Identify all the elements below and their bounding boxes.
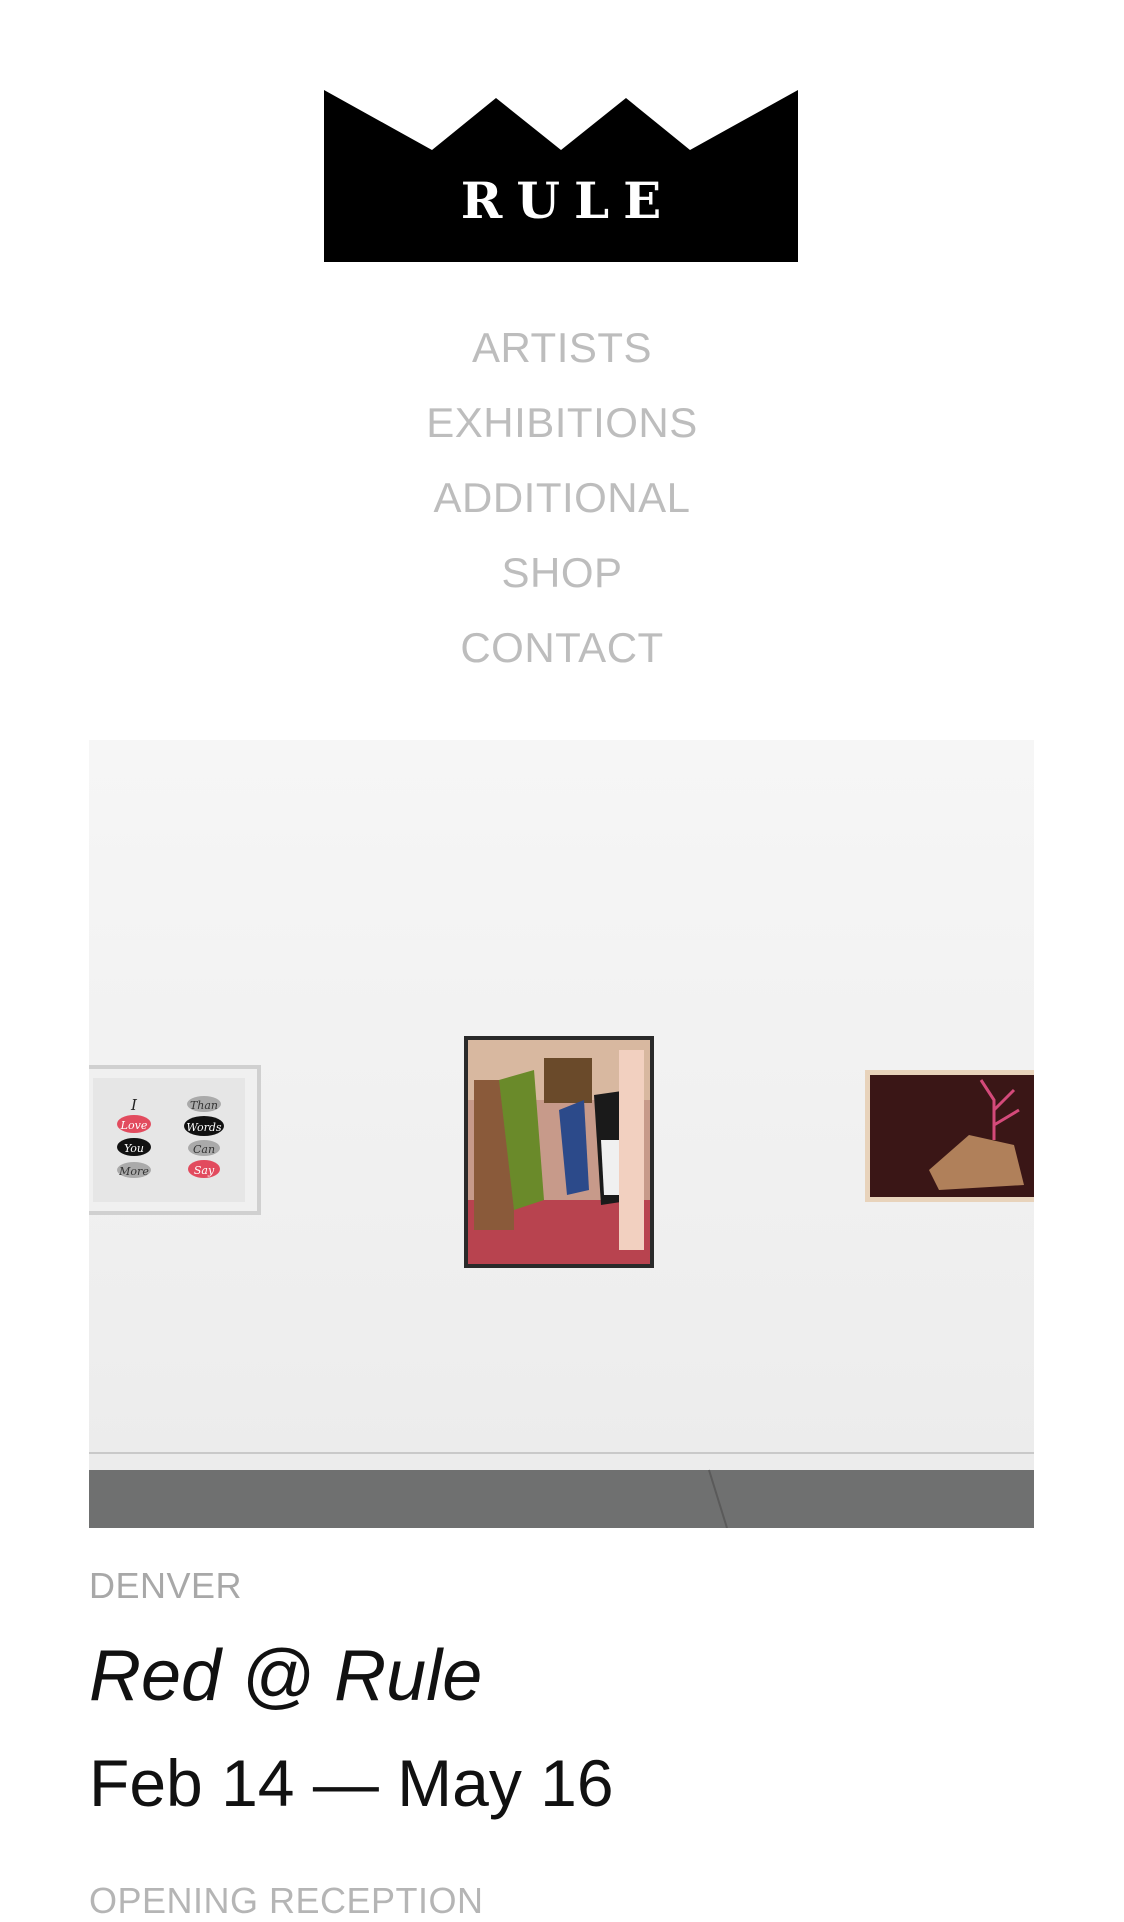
exhibition-title[interactable]: Red @ Rule [89,1635,482,1717]
logo-text: RULE [460,171,676,230]
nav-item-exhibitions[interactable]: EXHIBITIONS [0,385,1124,460]
nav-item-additional[interactable]: ADDITIONAL [0,460,1124,535]
artwork-word: Than [190,1099,218,1112]
nav-item-shop[interactable]: SHOP [0,535,1124,610]
artwork-word: More [118,1165,149,1178]
rule-logo[interactable]: RULE [324,90,798,262]
artwork-word: I [130,1096,138,1114]
nav-item-contact[interactable]: CONTACT [0,610,1124,685]
nav-item-artists[interactable]: ARTISTS [0,310,1124,385]
artwork-word: You [124,1142,144,1155]
center-artwork [464,1036,654,1268]
opening-reception-heading: OPENING RECEPTION [89,1880,484,1921]
exhibition-hero-image[interactable]: I Love You More Than Words Can Say [89,740,1034,1528]
artwork-word: Words [186,1121,221,1134]
right-artwork [865,1070,1034,1202]
exhibition-dates: Feb 14 — May 16 [89,1746,614,1820]
artwork-word: Love [120,1119,148,1132]
left-artwork: I Love You More Than Words Can Say [89,1065,261,1215]
gallery-installation-view: I Love You More Than Words Can Say [89,740,1034,1528]
artwork-word: Say [194,1164,215,1177]
artwork-word: Can [193,1143,215,1156]
main-nav: ARTISTS EXHIBITIONS ADDITIONAL SHOP CONT… [0,310,1124,685]
exhibition-location: DENVER [89,1565,243,1606]
